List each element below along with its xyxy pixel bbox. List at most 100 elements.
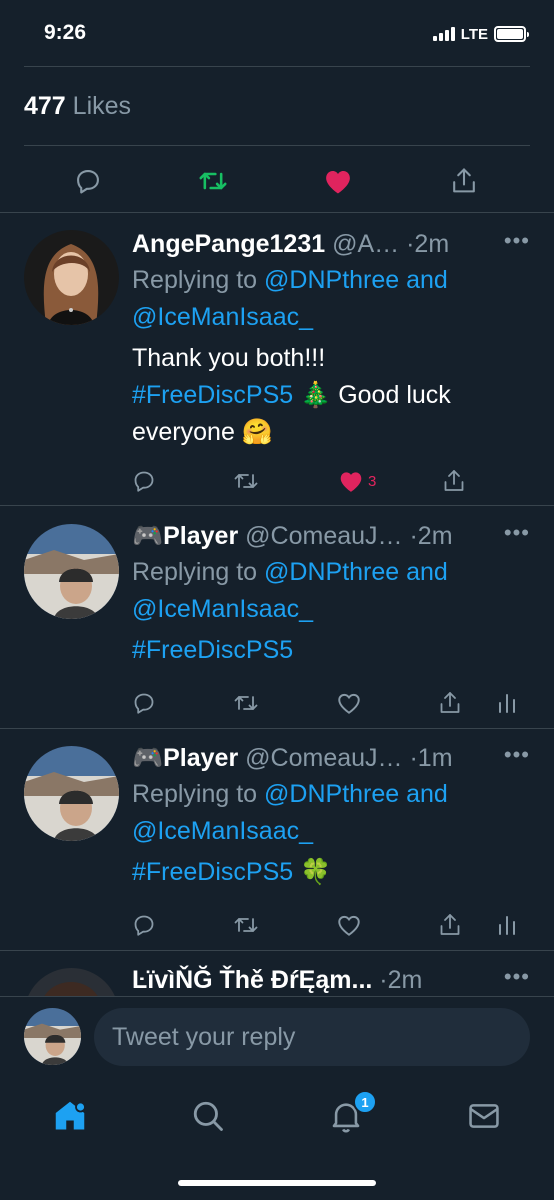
share-button[interactable] (447, 160, 481, 202)
retweet-button[interactable] (232, 910, 260, 940)
display-name[interactable]: ĿïvìŇĞ Ťhě ĐŕĘąm... (132, 966, 372, 995)
replying-prefix: Replying to (132, 780, 265, 808)
mention-link[interactable]: @DNPthree and (264, 558, 448, 586)
tree-emoji: 🎄 (300, 381, 332, 409)
reply-tweet[interactable]: 🎮Player @ComeauJ… ·1m ••• Replying to @D… (0, 742, 554, 948)
like-button[interactable] (321, 160, 355, 202)
reply-tweet[interactable]: AngePange1231 @A… ·2m ••• Replying to @D… (0, 228, 554, 504)
clover-emoji: 🍀 (300, 858, 332, 886)
retweet-button[interactable] (232, 688, 260, 718)
tweet-text-line: Good luck (331, 381, 451, 409)
retweet-icon (199, 172, 227, 190)
tweet-time: ·1m (409, 743, 453, 772)
mention-link[interactable]: @DNPthree and (264, 266, 448, 294)
mention-link[interactable]: @DNPthree and (264, 780, 448, 808)
notification-badge: 1 (353, 1090, 377, 1114)
cellular-signal-icon (432, 27, 455, 41)
more-options-icon[interactable]: ••• (504, 228, 530, 254)
avatar[interactable] (24, 524, 119, 619)
user-handle[interactable]: @A… (332, 230, 399, 259)
battery-icon (494, 26, 529, 42)
hashtag-link[interactable]: #FreeDiscPS5 (132, 636, 293, 664)
retweet-button[interactable] (196, 160, 230, 202)
tweet-text: Thank you both!!! #FreeDiscPS5 🎄 Good lu… (132, 340, 534, 451)
mention-link[interactable]: @IceManIsaac_ (132, 595, 313, 623)
like-button[interactable] (336, 688, 362, 718)
reply-tweet[interactable]: 🎮Player @ComeauJ… ·2m ••• Replying to @D… (0, 520, 554, 726)
reply-icon (77, 170, 99, 194)
my-avatar[interactable] (24, 1008, 81, 1065)
divider (0, 212, 554, 213)
reply-tweet[interactable]: ĿïvìŇĞ Ťhě ĐŕĘąm... ·2m ••• (0, 964, 554, 996)
avatar[interactable] (24, 230, 119, 325)
divider (0, 505, 554, 506)
profile-photo (24, 746, 119, 841)
divider (24, 66, 530, 67)
tab-home[interactable] (50, 1096, 90, 1136)
like-count: 3 (368, 472, 377, 490)
like-button[interactable] (336, 910, 362, 940)
replying-to: Replying to @DNPthree and @IceManIsaac_ (132, 262, 534, 336)
replying-to: Replying to @DNPthree and @IceManIsaac_ (132, 554, 534, 628)
reply-button[interactable] (132, 466, 156, 496)
display-name[interactable]: 🎮Player (132, 522, 238, 551)
divider (0, 996, 554, 997)
heart-filled-icon (340, 472, 362, 492)
tweet-actions (132, 910, 532, 940)
reply-button[interactable] (132, 910, 156, 940)
home-indicator[interactable] (178, 1180, 376, 1186)
reply-composer: Tweet your reply (0, 996, 554, 1080)
more-options-icon[interactable]: ••• (504, 742, 530, 768)
avatar[interactable] (24, 968, 119, 996)
reply-button[interactable] (71, 160, 105, 202)
status-indicators: LTE (432, 26, 529, 43)
share-button[interactable] (438, 910, 462, 940)
display-name[interactable]: AngePange1231 (132, 230, 325, 259)
retweet-icon (234, 696, 258, 710)
likes-summary[interactable]: 477 Likes (24, 92, 131, 121)
analytics-icon (499, 694, 515, 713)
tweet-time: ·2m (409, 521, 453, 550)
more-options-icon[interactable]: ••• (504, 964, 530, 990)
mention-link[interactable]: @IceManIsaac_ (132, 817, 313, 845)
reply-icon (134, 915, 154, 936)
reply-input[interactable]: Tweet your reply (94, 1008, 530, 1066)
tweet-actions: 3 (132, 466, 532, 496)
user-handle[interactable]: @ComeauJ… (245, 522, 402, 551)
status-time: 9:26 (44, 21, 87, 44)
share-button[interactable] (438, 688, 462, 718)
tweet-header: 🎮Player @ComeauJ… ·2m ••• (132, 520, 534, 552)
mention-link[interactable]: @IceManIsaac_ (132, 303, 313, 331)
tab-search[interactable] (188, 1096, 228, 1136)
tweet-header: ĿïvìŇĞ Ťhě ĐŕĘąm... ·2m ••• (132, 964, 534, 996)
divider (24, 145, 530, 146)
like-button[interactable]: 3 (338, 466, 376, 496)
tweet-actions (132, 688, 532, 718)
search-icon (193, 1101, 223, 1131)
share-button[interactable] (442, 466, 466, 496)
analytics-button[interactable] (496, 688, 518, 718)
tweet-header: 🎮Player @ComeauJ… ·1m ••• (132, 742, 534, 774)
user-handle[interactable]: @ComeauJ… (245, 744, 402, 773)
tweet-text: #FreeDiscPS5 (132, 632, 534, 669)
hashtag-link[interactable]: #FreeDiscPS5 (132, 381, 293, 409)
tweet-text-line: everyone 🤗 (132, 418, 273, 446)
share-icon (440, 914, 460, 935)
tweet-time: ·2m (379, 965, 423, 994)
more-options-icon[interactable]: ••• (504, 520, 530, 546)
avatar[interactable] (24, 746, 119, 841)
main-tweet-actions (0, 160, 554, 202)
analytics-button[interactable] (496, 910, 518, 940)
retweet-icon (234, 918, 258, 932)
retweet-button[interactable] (232, 466, 260, 496)
display-name[interactable]: 🎮Player (132, 744, 238, 773)
tab-messages[interactable] (464, 1096, 504, 1136)
reply-icon (134, 471, 154, 492)
heart-filled-icon (326, 171, 350, 194)
reply-icon (134, 693, 154, 714)
likes-count: 477 (24, 92, 66, 120)
share-icon (444, 470, 464, 491)
heart-outline-icon (338, 915, 360, 936)
reply-button[interactable] (132, 688, 156, 718)
hashtag-link[interactable]: #FreeDiscPS5 (132, 858, 293, 886)
